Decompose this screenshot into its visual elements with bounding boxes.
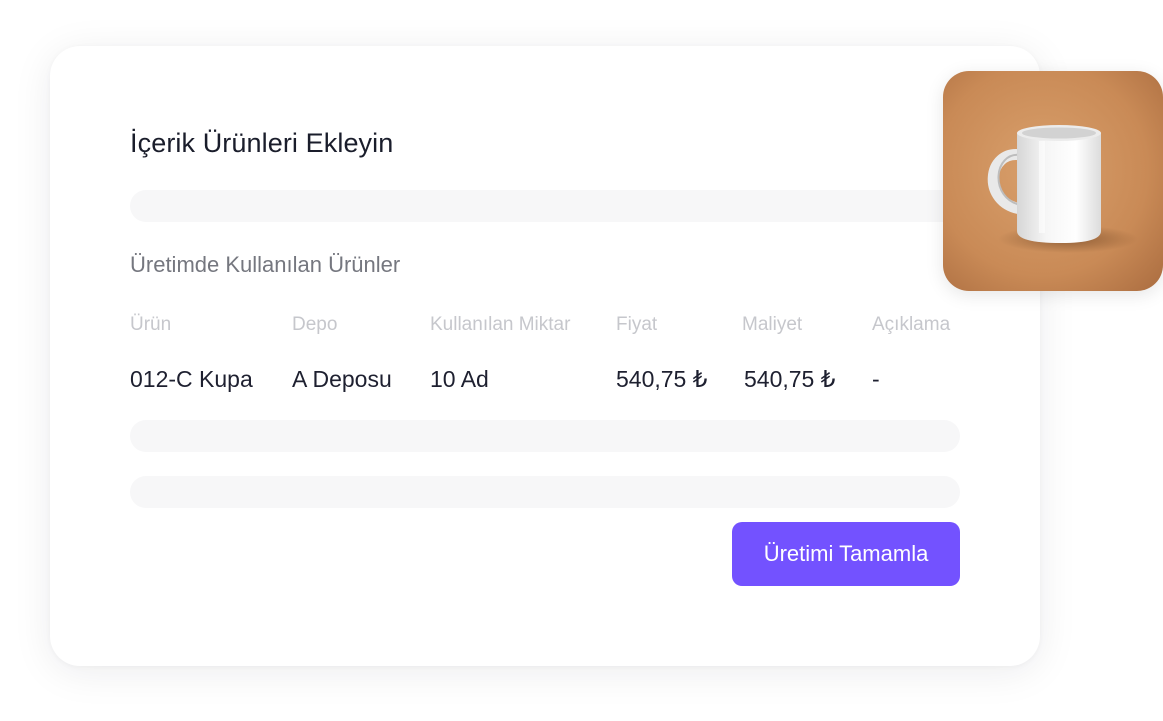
cell-description: - — [872, 366, 880, 392]
column-header-price: Fiyat — [616, 314, 658, 335]
stage: İçerik Ürünleri Ekleyin Üretimde Kullanı… — [0, 0, 1163, 721]
product-photo — [943, 71, 1163, 291]
cell-product: 012-C Kupa — [130, 366, 253, 392]
cell-warehouse: A Deposu — [292, 366, 392, 392]
column-header-cost: Maliyet — [742, 314, 803, 335]
cell-quantity: 10 Ad — [430, 366, 489, 392]
cell-price: 540,75 ₺ — [616, 366, 708, 392]
placeholder-row — [130, 476, 960, 508]
column-header-warehouse: Depo — [292, 314, 338, 335]
white-mug-icon — [943, 71, 1163, 291]
column-header-product: Ürün — [130, 314, 172, 335]
placeholder-bar — [130, 190, 960, 222]
card-title: İçerik Ürünleri Ekleyin — [130, 128, 394, 158]
column-header-description: Açıklama — [872, 314, 951, 335]
placeholder-row — [130, 420, 960, 452]
complete-production-button[interactable]: Üretimi Tamamla — [732, 522, 960, 586]
section-title: Üretimde Kullanılan Ürünler — [130, 252, 401, 277]
production-card: İçerik Ürünleri Ekleyin Üretimde Kullanı… — [50, 46, 1040, 666]
cell-cost: 540,75 ₺ — [744, 366, 836, 392]
column-header-quantity: Kullanılan Miktar — [430, 314, 571, 335]
